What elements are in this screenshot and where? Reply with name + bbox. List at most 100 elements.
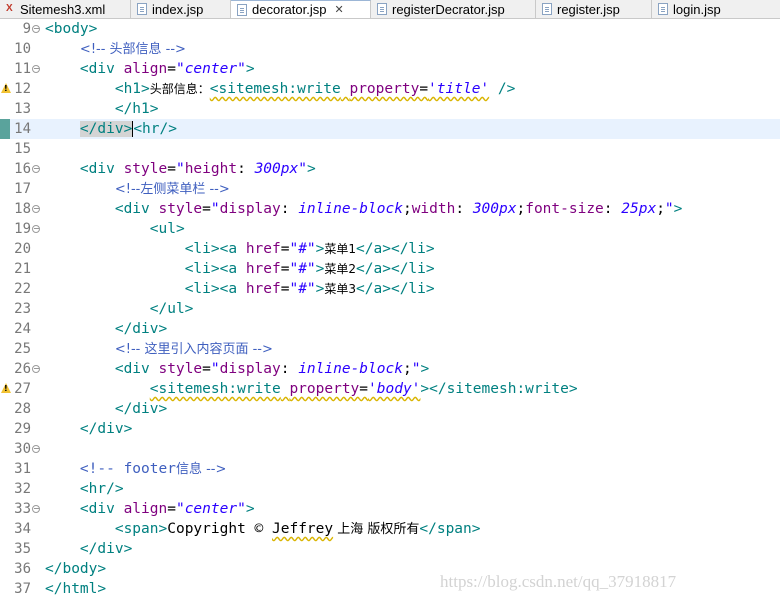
code-line: 17 <!--左侧菜单栏 --> — [0, 179, 780, 199]
xml-file-icon: X — [6, 3, 13, 14]
code-text: <!-- footer信息 --> — [79, 461, 227, 477]
jsp-file-icon — [542, 3, 552, 15]
code-line: 19 − <ul> — [0, 219, 780, 239]
code-text: </div><hr/> — [79, 121, 177, 137]
code-text: <div style="height: 300px"> — [79, 161, 316, 177]
tab-login-jsp[interactable]: login.jsp — [652, 0, 780, 18]
fold-minus-icon[interactable]: − — [32, 505, 40, 513]
code-line: 15 — [0, 139, 780, 159]
jsp-file-icon — [237, 3, 247, 16]
code-line: 12 <h1>头部信息：<sitemesh:write property='ti… — [0, 79, 780, 99]
line-number: 21 — [14, 261, 31, 277]
fold-minus-icon[interactable]: − — [32, 25, 40, 33]
code-line: 23 </ul> — [0, 299, 780, 319]
current-code-line: 14 </div><hr/> — [0, 119, 780, 139]
code-line: 34 <span>Copyright © Jeffrey 上海 版权所有</sp… — [0, 519, 780, 539]
code-line: 26 − <div style="display: inline-block;"… — [0, 359, 780, 379]
code-line: 10 <!-- 头部信息 --> — [0, 39, 780, 59]
code-text: <div align="center"> — [79, 61, 255, 77]
line-number: 24 — [14, 321, 31, 337]
code-line: 22 <li><a href="#">菜单3</a></li> — [0, 279, 780, 299]
code-line: 9 − <body> — [0, 19, 780, 39]
line-number: 33 — [14, 501, 31, 517]
code-line: 30 − — [0, 439, 780, 459]
code-line: 27 <sitemesh:write property='body'></sit… — [0, 379, 780, 399]
line-number: 14 — [14, 121, 31, 137]
code-line: 18 − <div style="display: inline-block;w… — [0, 199, 780, 219]
line-number: 29 — [14, 421, 31, 437]
line-number: 28 — [14, 401, 31, 417]
code-line: 13 </h1> — [0, 99, 780, 119]
line-number: 22 — [14, 281, 31, 297]
line-number: 12 — [14, 81, 31, 97]
code-text: </ul> — [149, 301, 194, 317]
code-line: 28 </div> — [0, 399, 780, 419]
code-text: <span>Copyright © Jeffrey 上海 版权所有</span> — [114, 521, 481, 537]
fold-minus-icon[interactable]: − — [32, 165, 40, 173]
line-number: 30 — [14, 441, 31, 457]
fold-minus-icon[interactable]: − — [32, 225, 40, 233]
code-line: 29 </div> — [0, 419, 780, 439]
line-number: 10 — [14, 41, 31, 57]
warning-icon[interactable] — [1, 83, 11, 93]
code-text: <li><a href="#">菜单1</a></li> — [184, 241, 435, 257]
code-line: 20 <li><a href="#">菜单1</a></li> — [0, 239, 780, 259]
code-text: <li><a href="#">菜单2</a></li> — [184, 261, 435, 277]
code-text: <h1>头部信息：<sitemesh:write property='title… — [114, 81, 516, 97]
fold-minus-icon[interactable]: − — [32, 445, 40, 453]
tab-label: Sitemesh3.xml — [20, 1, 106, 17]
jsp-file-icon — [377, 3, 387, 15]
tab-label: login.jsp — [673, 1, 721, 17]
code-text: </div> — [114, 401, 168, 417]
line-number: 31 — [14, 461, 31, 477]
warning-icon[interactable] — [1, 383, 11, 393]
jsp-file-icon — [658, 3, 668, 15]
watermark: https://blog.csdn.net/qq_37918817 — [440, 572, 677, 591]
code-line: 32 <hr/> — [0, 479, 780, 499]
tab-decorator-jsp[interactable]: decorator.jsp ✕ — [231, 0, 371, 18]
code-text: <div style="display: inline-block;width:… — [114, 201, 683, 217]
code-line: 33 − <div align="center"> — [0, 499, 780, 519]
line-number: 11 — [14, 61, 31, 77]
tab-sitemesh3-xml[interactable]: X Sitemesh3.xml — [0, 0, 131, 18]
code-text: </div> — [79, 541, 133, 557]
code-line: 35 </div> — [0, 539, 780, 559]
code-editor[interactable]: 9 − <body> 10 <!-- 头部信息 --> 11 − <div al… — [0, 19, 780, 599]
line-number: 36 — [14, 561, 31, 577]
line-number: 9 — [22, 21, 31, 37]
line-number: 18 — [14, 201, 31, 217]
code-text: <!-- 这里引入内容页面 --> — [114, 342, 273, 357]
line-number: 34 — [14, 521, 31, 537]
line-number: 27 — [14, 381, 31, 397]
code-text: <li><a href="#">菜单3</a></li> — [184, 281, 435, 297]
code-text: </body> — [45, 561, 107, 577]
code-text: </html> — [45, 581, 107, 597]
tab-registerdecrator-jsp[interactable]: registerDecrator.jsp — [371, 0, 536, 18]
line-number: 37 — [14, 581, 31, 597]
line-number: 32 — [14, 481, 31, 497]
line-number: 25 — [14, 341, 31, 357]
code-text: <!-- 头部信息 --> — [79, 42, 186, 57]
change-marker — [0, 119, 10, 139]
code-text: <body> — [45, 21, 98, 37]
line-number: 15 — [14, 141, 31, 157]
tab-label: register.jsp — [557, 1, 620, 17]
code-line: 24 </div> — [0, 319, 780, 339]
tab-register-jsp[interactable]: register.jsp — [536, 0, 652, 18]
code-text: <sitemesh:write property='body'></siteme… — [149, 381, 578, 397]
editor-tab-bar: X Sitemesh3.xml index.jsp decorator.jsp … — [0, 0, 780, 19]
code-line: 11 − <div align="center"> — [0, 59, 780, 79]
code-text: <div style="display: inline-block;"> — [114, 361, 430, 377]
fold-minus-icon[interactable]: − — [32, 365, 40, 373]
tab-label: decorator.jsp — [252, 2, 327, 17]
tab-index-jsp[interactable]: index.jsp — [131, 0, 231, 18]
line-number: 20 — [14, 241, 31, 257]
fold-minus-icon[interactable]: − — [32, 65, 40, 73]
close-icon[interactable]: ✕ — [334, 3, 343, 16]
line-number: 19 — [14, 221, 31, 237]
fold-minus-icon[interactable]: − — [32, 205, 40, 213]
code-line: 16 − <div style="height: 300px"> — [0, 159, 780, 179]
line-number: 17 — [14, 181, 31, 197]
code-line: 31 <!-- footer信息 --> — [0, 459, 780, 479]
line-number: 13 — [14, 101, 31, 117]
